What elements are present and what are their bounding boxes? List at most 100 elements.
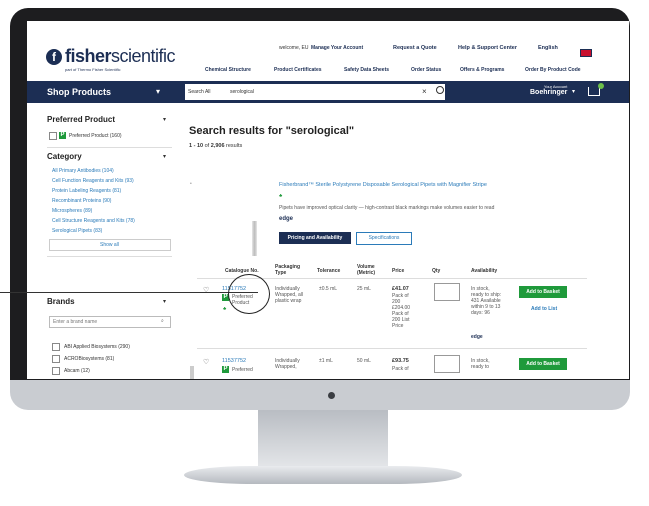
product-title-link[interactable]: Fisherbrand™ Sterile Polystyrene Disposa…: [279, 182, 487, 188]
col-catalogue-no: Catalogue No.: [225, 268, 259, 274]
browser-screen: f fisherscientific part of Thermo Fisher…: [27, 21, 629, 379]
chevron-down-icon[interactable]: ▾: [163, 153, 166, 160]
help-support-link[interactable]: Help & Support Center: [458, 45, 517, 51]
close-icon[interactable]: ×: [422, 87, 427, 96]
request-quote-link[interactable]: Request a Quote: [393, 45, 437, 51]
preferred-badge-icon: P: [222, 366, 229, 373]
category-item[interactable]: Microspheres (89): [52, 208, 92, 214]
chevron-down-icon[interactable]: ▾: [163, 116, 166, 123]
monitor-logo-dot: [328, 392, 335, 399]
logo[interactable]: fisherscientific: [65, 46, 176, 67]
tolerance: ±1 mL: [319, 358, 333, 364]
availability-status: In stock, ready to ship: 431 Available w…: [471, 286, 502, 316]
search-box[interactable]: [185, 84, 445, 100]
results-range: 1 - 10: [189, 143, 204, 149]
search-icon[interactable]: [436, 86, 444, 94]
add-to-basket-button[interactable]: Add to Basket: [519, 286, 567, 298]
price: £41.07: [392, 286, 409, 292]
logo-light: scientific: [111, 46, 176, 66]
quantity-input[interactable]: [434, 283, 460, 301]
col-price: Price: [392, 268, 405, 274]
nav-offers-programs[interactable]: Offers & Programs: [460, 67, 504, 73]
category-item[interactable]: All Primary Antibodies (104): [52, 168, 114, 174]
uk-flag-icon[interactable]: [580, 49, 592, 57]
category-item[interactable]: Serological Pipets (83): [52, 228, 102, 234]
volume: 25 mL: [357, 286, 371, 292]
col-volume: Volume (Metric): [357, 264, 376, 276]
pricing-availability-button[interactable]: Pricing and Availability: [279, 232, 351, 244]
packaging-type: Individually Wrapped,: [275, 358, 300, 370]
brand-checkbox[interactable]: [52, 343, 60, 351]
add-to-list-link[interactable]: Add to List: [531, 306, 557, 312]
welcome-text: welcome, EU: [279, 45, 309, 51]
preferred-badge-icon: P: [59, 132, 66, 139]
price-detail: Pack of 200 £204.00 Pack of 200 List Pri…: [392, 293, 411, 329]
results-total: 2,906: [210, 143, 225, 149]
tolerance: ±0.5 mL: [319, 286, 338, 292]
callout-circle: [228, 274, 270, 314]
monitor-stand-base: [184, 466, 462, 484]
divider: [47, 147, 172, 148]
nav-chemical-structure[interactable]: Chemical Structure: [205, 67, 251, 73]
col-tolerance: Tolerance: [317, 268, 341, 274]
product-image[interactable]: [252, 221, 257, 256]
results-suffix: results: [226, 143, 243, 149]
quantity-input[interactable]: [434, 355, 460, 373]
brands-scrollbar[interactable]: [190, 366, 194, 379]
category-item[interactable]: Recombinant Proteins (90): [52, 198, 111, 204]
account-name: Boehringer: [530, 89, 568, 96]
brand-option[interactable]: Abcam (12): [64, 368, 90, 374]
nav-order-by-code[interactable]: Order By Product Code: [525, 67, 581, 73]
category-heading: Category: [47, 152, 82, 161]
edge-logo: edge: [471, 334, 483, 340]
preferred-product-option[interactable]: Preferred Product (160): [69, 133, 122, 139]
brand-checkbox[interactable]: [52, 355, 60, 363]
nav-order-status[interactable]: Order Status: [411, 67, 441, 73]
volume: 50 mL: [357, 358, 371, 364]
brand-checkbox[interactable]: [52, 367, 60, 375]
preferred-product-label: Preferred: [232, 367, 253, 373]
price: £93.75: [392, 358, 409, 364]
nav-safety-data-sheets[interactable]: Safety Data Sheets: [344, 67, 389, 73]
callout-line: [0, 292, 258, 293]
brand-option[interactable]: ACROBiosystems (81): [64, 356, 114, 362]
results-of: of: [204, 143, 210, 149]
row-divider: [197, 348, 587, 349]
category-item[interactable]: Cell Structure Reagents and Kits (78): [52, 218, 135, 224]
search-icon[interactable]: ⌕: [161, 318, 164, 324]
col-availability: Availability: [471, 268, 498, 274]
search-input[interactable]: serological: [230, 89, 254, 95]
nav-product-certificates[interactable]: Product Certificates: [274, 67, 322, 73]
manage-account-link[interactable]: Manage Your Account: [311, 45, 363, 51]
shop-products-menu[interactable]: Shop Products: [47, 87, 111, 97]
product-bullet: •: [190, 181, 192, 187]
search-scope-dropdown[interactable]: Search All: [188, 89, 211, 95]
preferred-product-checkbox[interactable]: [49, 132, 57, 140]
cart-count-badge: [598, 83, 604, 89]
price-detail: Pack of: [392, 366, 409, 372]
preferred-product-heading: Preferred Product: [47, 115, 116, 124]
heart-icon[interactable]: ♡: [203, 358, 209, 366]
col-qty: Qty: [432, 268, 441, 274]
monitor-stand: [258, 410, 388, 468]
language-selector[interactable]: English: [538, 45, 558, 51]
chevron-down-icon[interactable]: ▾: [156, 87, 160, 96]
account-menu[interactable]: Your Account Boehringer: [530, 84, 567, 96]
show-all-label: Show all: [100, 242, 119, 248]
brands-heading: Brands: [47, 297, 75, 306]
eco-leaf-icon: ♣: [223, 306, 227, 312]
chevron-down-icon[interactable]: ▾: [163, 298, 166, 305]
results-title: Search results for "serological": [189, 125, 355, 137]
specifications-button[interactable]: Specifications: [356, 232, 412, 245]
chevron-down-icon[interactable]: ▾: [572, 88, 575, 95]
catalogue-number-link[interactable]: 11537752: [222, 358, 246, 364]
packaging-type: Individually Wrapped, all plastic wrap: [275, 286, 303, 304]
product-description: Pipets have improved optical clarity — h…: [279, 205, 495, 211]
logo-icon[interactable]: f: [46, 49, 62, 65]
category-item[interactable]: Protein Labeling Reagents (81): [52, 188, 121, 194]
brand-option[interactable]: ABI Applied Biosystems (290): [64, 344, 130, 350]
brand-search-placeholder: Enter a brand name: [53, 319, 98, 325]
add-to-basket-button[interactable]: Add to Basket: [519, 358, 567, 370]
category-item[interactable]: Cell Function Reagents and Kits (93): [52, 178, 134, 184]
divider: [47, 256, 172, 257]
